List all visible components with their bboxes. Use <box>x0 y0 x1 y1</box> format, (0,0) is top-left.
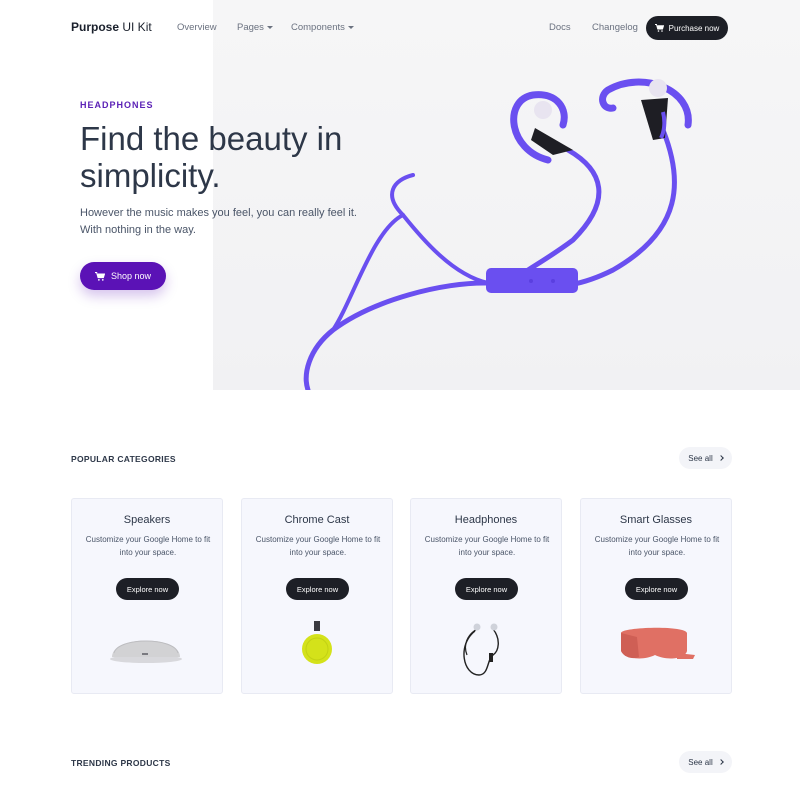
card-description: Customize your Google Home to fit into y… <box>255 535 381 557</box>
brand-main: Purpose <box>71 20 120 34</box>
headphones-illustration <box>303 78 692 390</box>
card-title: Speakers <box>123 514 171 526</box>
cart-icon <box>94 271 105 281</box>
purchase-button[interactable]: Purchase now <box>646 16 728 40</box>
explore-now-button[interactable]: Explore now <box>286 578 349 600</box>
shop-now-button[interactable]: Shop now <box>80 262 166 290</box>
nav-link-docs[interactable]: Docs <box>549 22 571 33</box>
nav-link-changelog[interactable]: Changelog <box>592 22 638 33</box>
chromecast-icon <box>302 621 332 664</box>
nav-link-pages-label: Pages <box>237 22 264 33</box>
category-card-smart-glasses[interactable]: Smart Glasses Customize your Google Home… <box>580 498 732 694</box>
hero-subtitle: However the music makes you feel, you ca… <box>80 207 357 236</box>
hero-eyebrow: HEADPHONES <box>80 100 154 110</box>
caret-down-icon <box>347 25 354 29</box>
card-description: Customize your Google Home to fit into y… <box>85 535 211 557</box>
nav-link-pages[interactable]: Pages <box>237 22 273 33</box>
explore-now-button[interactable]: Explore now <box>625 578 688 600</box>
earbuds-icon <box>463 623 499 676</box>
brand-suffix: UI Kit <box>119 20 152 34</box>
purchase-button-label: Purchase now <box>668 23 720 33</box>
card-description: Customize your Google Home to fit into y… <box>594 535 720 557</box>
nav-link-components[interactable]: Components <box>291 22 354 33</box>
card-description: Customize your Google Home to fit into y… <box>424 535 550 557</box>
category-card-chromecast[interactable]: Chrome Cast Customize your Google Home t… <box>241 498 393 694</box>
category-card-speakers[interactable]: Speakers Customize your Google Home to f… <box>71 498 223 694</box>
chevron-right-icon <box>717 759 724 765</box>
popular-categories-title: POPULAR CATEGORIES <box>71 454 176 464</box>
trending-see-all-button[interactable]: See all <box>679 751 732 773</box>
explore-now-button[interactable]: Explore now <box>455 578 518 600</box>
hero-headphones-image <box>213 0 800 390</box>
navbar: Purpose UI Kit Overview Pages Components… <box>0 0 800 56</box>
cart-icon <box>654 24 664 32</box>
chevron-right-icon <box>717 455 724 461</box>
nav-link-components-label: Components <box>291 22 345 33</box>
explore-now-button[interactable]: Explore now <box>116 578 179 600</box>
see-all-label: See all <box>688 757 713 767</box>
hero-title: Find the beauty in simplicity. <box>80 120 343 194</box>
popular-see-all-button[interactable]: See all <box>679 447 732 469</box>
trending-products-title: TRENDING PRODUCTS <box>71 758 171 768</box>
caret-down-icon <box>266 25 273 29</box>
brand-logo[interactable]: Purpose UI Kit <box>71 20 152 34</box>
card-title: Smart Glasses <box>619 514 693 526</box>
see-all-label: See all <box>688 453 713 463</box>
shop-now-label: Shop now <box>110 271 152 281</box>
nav-link-overview[interactable]: Overview <box>177 22 217 33</box>
card-title: Chrome Cast <box>284 514 350 526</box>
category-card-headphones[interactable]: Headphones Customize your Google Home to… <box>410 498 562 694</box>
speaker-icon <box>110 640 182 663</box>
card-title: Headphones <box>454 514 518 526</box>
vr-headset-icon <box>621 627 695 659</box>
